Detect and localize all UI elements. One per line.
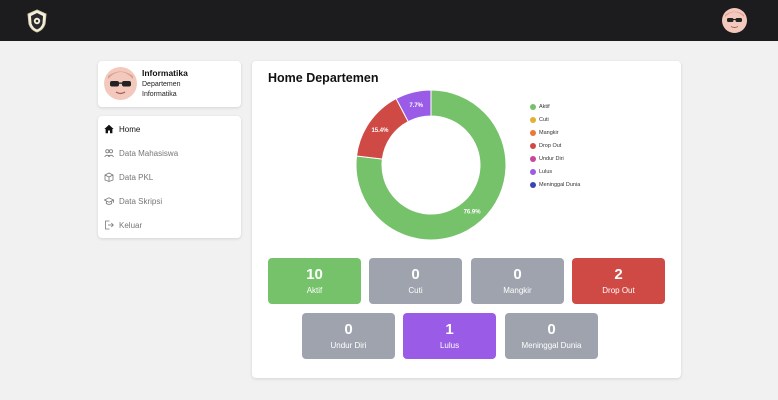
sidebar-item-data-mahasiswa[interactable]: Data Mahasiswa (104, 144, 234, 162)
legend-item-drop-out[interactable]: Drop Out (530, 139, 580, 152)
legend-label: Drop Out (539, 142, 562, 149)
user-avatar-icon[interactable] (722, 8, 747, 33)
profile-department: Informatika (142, 91, 177, 98)
sidebar-item-label: Home (119, 124, 141, 134)
stat-card-mangkir[interactable]: 0 Mangkir (471, 258, 564, 304)
home-icon (104, 124, 114, 134)
stat-label: Drop Out (602, 286, 635, 295)
stat-card-meninggal-dunia[interactable]: 0 Meninggal Dunia (505, 313, 598, 359)
logout-icon (105, 220, 114, 230)
status-donut-chart: 76.9% 15.4% 7.7% (355, 89, 507, 241)
legend-swatch (530, 142, 536, 149)
university-logo-icon[interactable] (26, 9, 48, 33)
stat-value: 0 (344, 321, 353, 338)
stat-label: Cuti (408, 286, 423, 295)
graduation-cap-icon (104, 197, 114, 205)
slice-percent-label: 7.7% (409, 103, 423, 109)
stat-label: Mangkir (503, 286, 532, 295)
legend-label: Aktif (539, 103, 550, 110)
stat-value: 0 (547, 321, 556, 338)
stat-label: Aktif (306, 286, 323, 295)
sidebar-item-home[interactable]: Home (104, 120, 234, 138)
stat-value: 0 (513, 266, 522, 283)
legend-item-undur-diri[interactable]: Undur Diri (530, 152, 580, 165)
legend-label: Meninggal Dunia (539, 181, 581, 188)
main-panel: Home Departemen 76.9% 15.4% 7.7% Aktif Cuti… (252, 61, 681, 378)
sidebar-item-data-pkl[interactable]: Data PKL (104, 168, 234, 186)
legend-item-lulus[interactable]: Lulus (530, 165, 580, 178)
stat-value: 10 (306, 266, 323, 283)
legend-swatch (530, 129, 536, 136)
sidebar-item-keluar[interactable]: Keluar (104, 216, 234, 234)
sidebar-item-label: Keluar (119, 220, 143, 230)
stat-card-undur-diri[interactable]: 0 Undur Diri (302, 313, 395, 359)
stat-card-aktif[interactable]: 10 Aktif (268, 258, 361, 304)
page-title: Home Departemen (268, 71, 379, 85)
box-icon (104, 172, 114, 182)
slice-percent-label: 15.4% (371, 128, 389, 134)
users-icon (104, 149, 114, 158)
stat-card-lulus[interactable]: 1 Lulus (403, 313, 496, 359)
sidebar-item-label: Data Mahasiswa (119, 148, 179, 158)
top-navbar (0, 0, 778, 41)
sidebar-item-label: Data PKL (119, 172, 154, 182)
legend-swatch (530, 181, 536, 188)
legend-label: Lulus (539, 168, 553, 175)
legend-item-aktif[interactable]: Aktif (530, 100, 580, 113)
profile-role: Departemen (142, 81, 181, 88)
legend-label: Mangkir (539, 129, 559, 136)
profile-avatar-icon (104, 67, 137, 100)
legend-item-mangkir[interactable]: Mangkir (530, 126, 580, 139)
profile-name: Informatika (142, 68, 188, 78)
stat-value: 0 (411, 266, 420, 283)
legend-swatch (530, 155, 536, 162)
slice-percent-label: 76.9% (464, 209, 482, 215)
legend-item-meninggal-dunia[interactable]: Meninggal Dunia (530, 178, 580, 191)
legend-swatch (530, 116, 536, 123)
legend-item-cuti[interactable]: Cuti (530, 113, 580, 126)
sidebar-item-label: Data Skripsi (119, 196, 163, 206)
stat-label: Lulus (439, 341, 460, 350)
legend-label: Undur Diri (539, 155, 564, 162)
chart-legend: Aktif Cuti Mangkir Drop Out Undur Diri Lulus M… (530, 100, 580, 191)
profile-card: Informatika Departemen Informatika (98, 61, 241, 107)
legend-label: Cuti (539, 116, 549, 123)
stat-card-drop-out[interactable]: 2 Drop Out (572, 258, 665, 304)
legend-swatch (530, 168, 536, 175)
sidebar-menu: Home Data Mahasiswa Data PKL Data Skrips… (98, 116, 241, 238)
stat-label: Meninggal Dunia (521, 341, 582, 350)
sidebar-item-data-skripsi[interactable]: Data Skripsi (104, 192, 234, 210)
stat-value: 1 (445, 321, 454, 338)
stat-label: Undur Diri (330, 341, 367, 350)
legend-swatch (530, 103, 536, 110)
stat-value: 2 (614, 266, 623, 283)
stat-card-cuti[interactable]: 0 Cuti (369, 258, 462, 304)
